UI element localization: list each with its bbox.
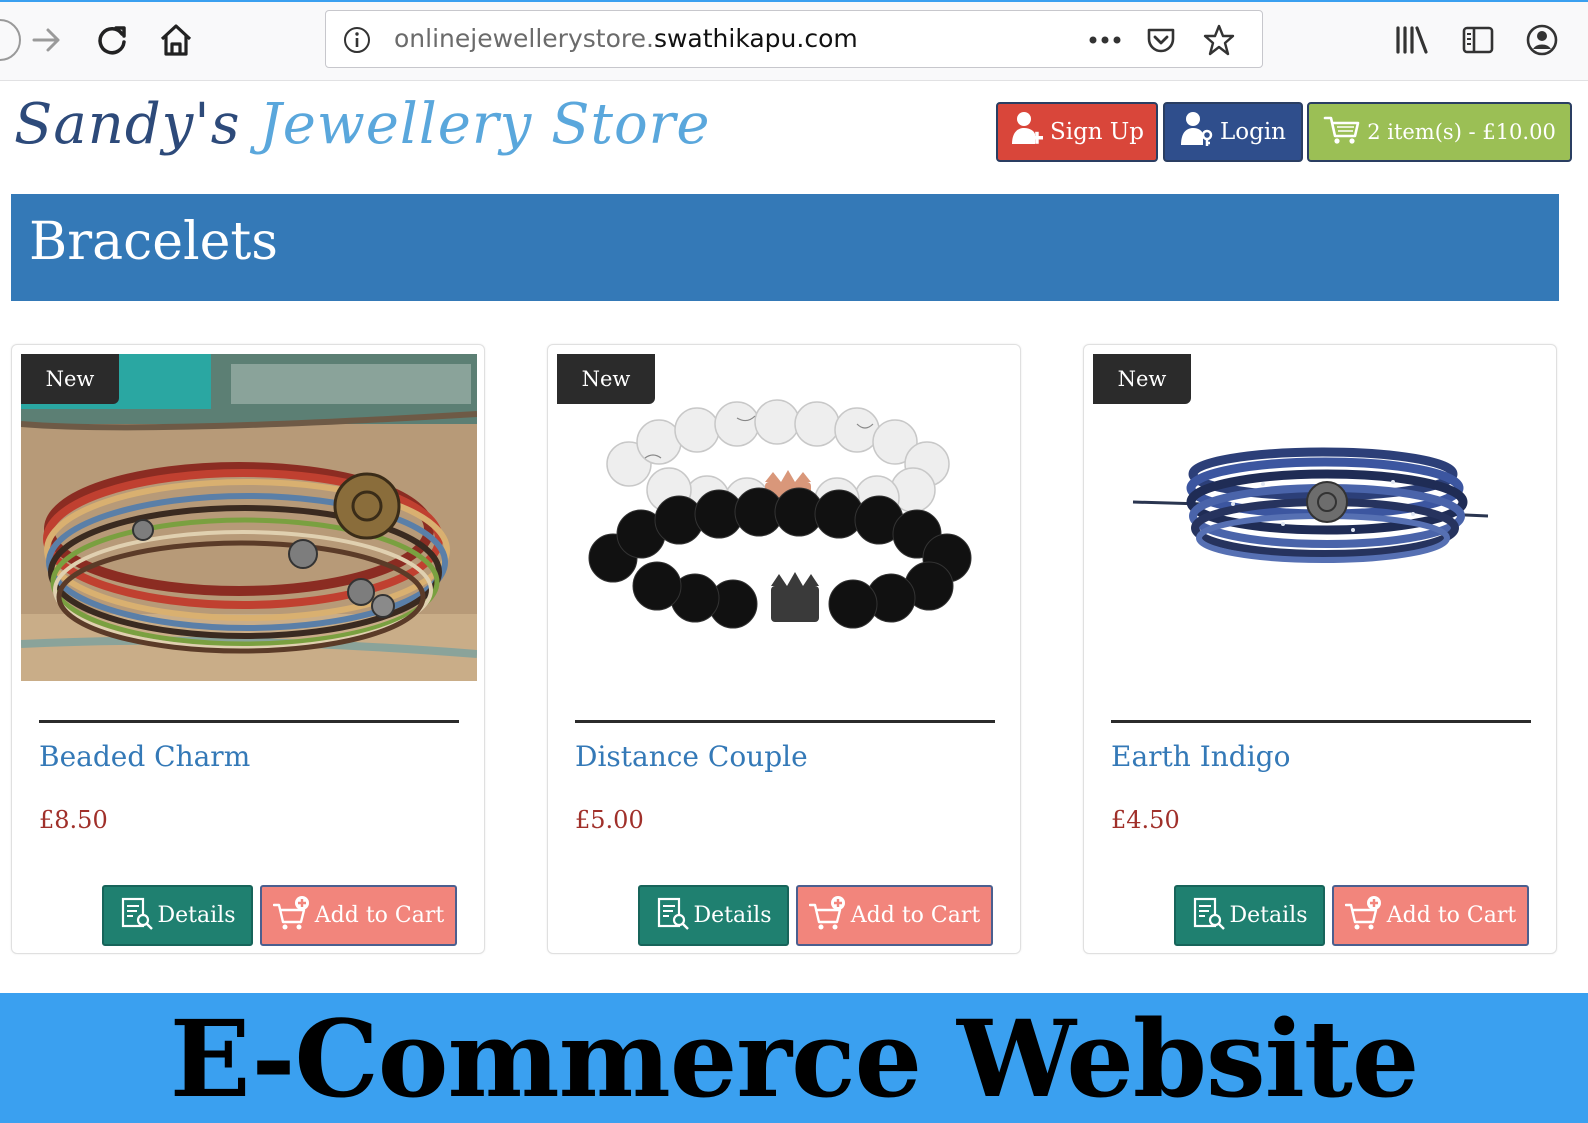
bookmark-star-icon[interactable] [1202,23,1236,57]
logo-part2: Jewellery Store [259,92,711,157]
back-icon[interactable] [0,18,22,62]
add-to-cart-icon [1344,895,1383,937]
card-divider [39,720,459,723]
store-logo[interactable]: Sandy's Jewellery Store [14,92,711,157]
details-label: Details [1229,903,1308,928]
url-bar[interactable]: onlinejewellerystore.swathikapu.com [325,10,1263,68]
details-icon [1192,896,1226,936]
url-prefix: onlinejewellerystore. [394,24,654,53]
new-badge: New [21,354,119,404]
add-to-cart-button[interactable]: Add to Cart [260,885,457,946]
category-banner: Bracelets [11,194,1559,301]
add-to-cart-button[interactable]: Add to Cart [796,885,993,946]
reload-icon[interactable] [90,18,134,62]
cart-button[interactable]: 2 item(s) - £10.00 [1307,102,1572,162]
sidebar-icon[interactable] [1458,20,1498,60]
product-card: New Beaded Charm £8.50 Details Add to Ca… [11,344,485,954]
url-host: swathikapu.com [653,24,858,53]
card-divider [575,720,995,723]
pocket-icon[interactable] [1144,23,1178,57]
url-text: onlinejewellerystore.swathikapu.com [394,24,858,53]
login-button[interactable]: Login [1163,102,1303,162]
product-price: £5.00 [575,806,644,834]
login-label: Login [1219,119,1286,145]
add-to-cart-button[interactable]: Add to Cart [1332,885,1529,946]
details-icon [120,896,154,936]
library-icon[interactable] [1392,20,1432,60]
product-card: New Distance Couple £5.00 Details Add to… [547,344,1021,954]
window-frame-edge [0,0,1588,2]
product-name[interactable]: Earth Indigo [1111,740,1290,773]
add-user-icon [1010,110,1044,154]
browser-toolbar: onlinejewellerystore.swathikapu.com [0,0,1588,81]
caption-banner: E-Commerce Website [0,993,1588,1123]
info-icon[interactable] [340,23,374,57]
product-price: £4.50 [1111,806,1180,834]
details-button[interactable]: Details [1174,885,1325,946]
product-name[interactable]: Beaded Charm [39,740,250,773]
add-to-cart-icon [272,895,311,937]
cart-icon [1323,114,1361,151]
sign-up-button[interactable]: Sign Up [996,102,1158,162]
product-price: £8.50 [39,806,108,834]
logo-part1: Sandy's [14,92,241,157]
add-to-cart-label: Add to Cart [314,903,445,928]
category-title: Bracelets [29,212,278,272]
card-divider [1111,720,1531,723]
details-label: Details [157,903,236,928]
add-to-cart-label: Add to Cart [850,903,981,928]
sign-up-label: Sign Up [1049,119,1145,145]
more-icon[interactable] [1088,23,1122,57]
details-button[interactable]: Details [102,885,253,946]
home-icon[interactable] [154,18,198,62]
account-icon[interactable] [1522,20,1562,60]
add-to-cart-icon [808,895,847,937]
new-badge: New [557,354,655,404]
cart-summary: 2 item(s) - £10.00 [1367,120,1556,144]
add-to-cart-label: Add to Cart [1386,903,1517,928]
details-button[interactable]: Details [638,885,789,946]
details-icon [656,896,690,936]
product-card: New Earth Indigo £4.50 Details Add to Ca… [1083,344,1557,954]
details-label: Details [693,903,772,928]
caption-text: E-Commerce Website [169,995,1420,1121]
product-name[interactable]: Distance Couple [575,740,808,773]
user-key-icon [1180,110,1214,154]
forward-icon[interactable] [24,18,68,62]
new-badge: New [1093,354,1191,404]
